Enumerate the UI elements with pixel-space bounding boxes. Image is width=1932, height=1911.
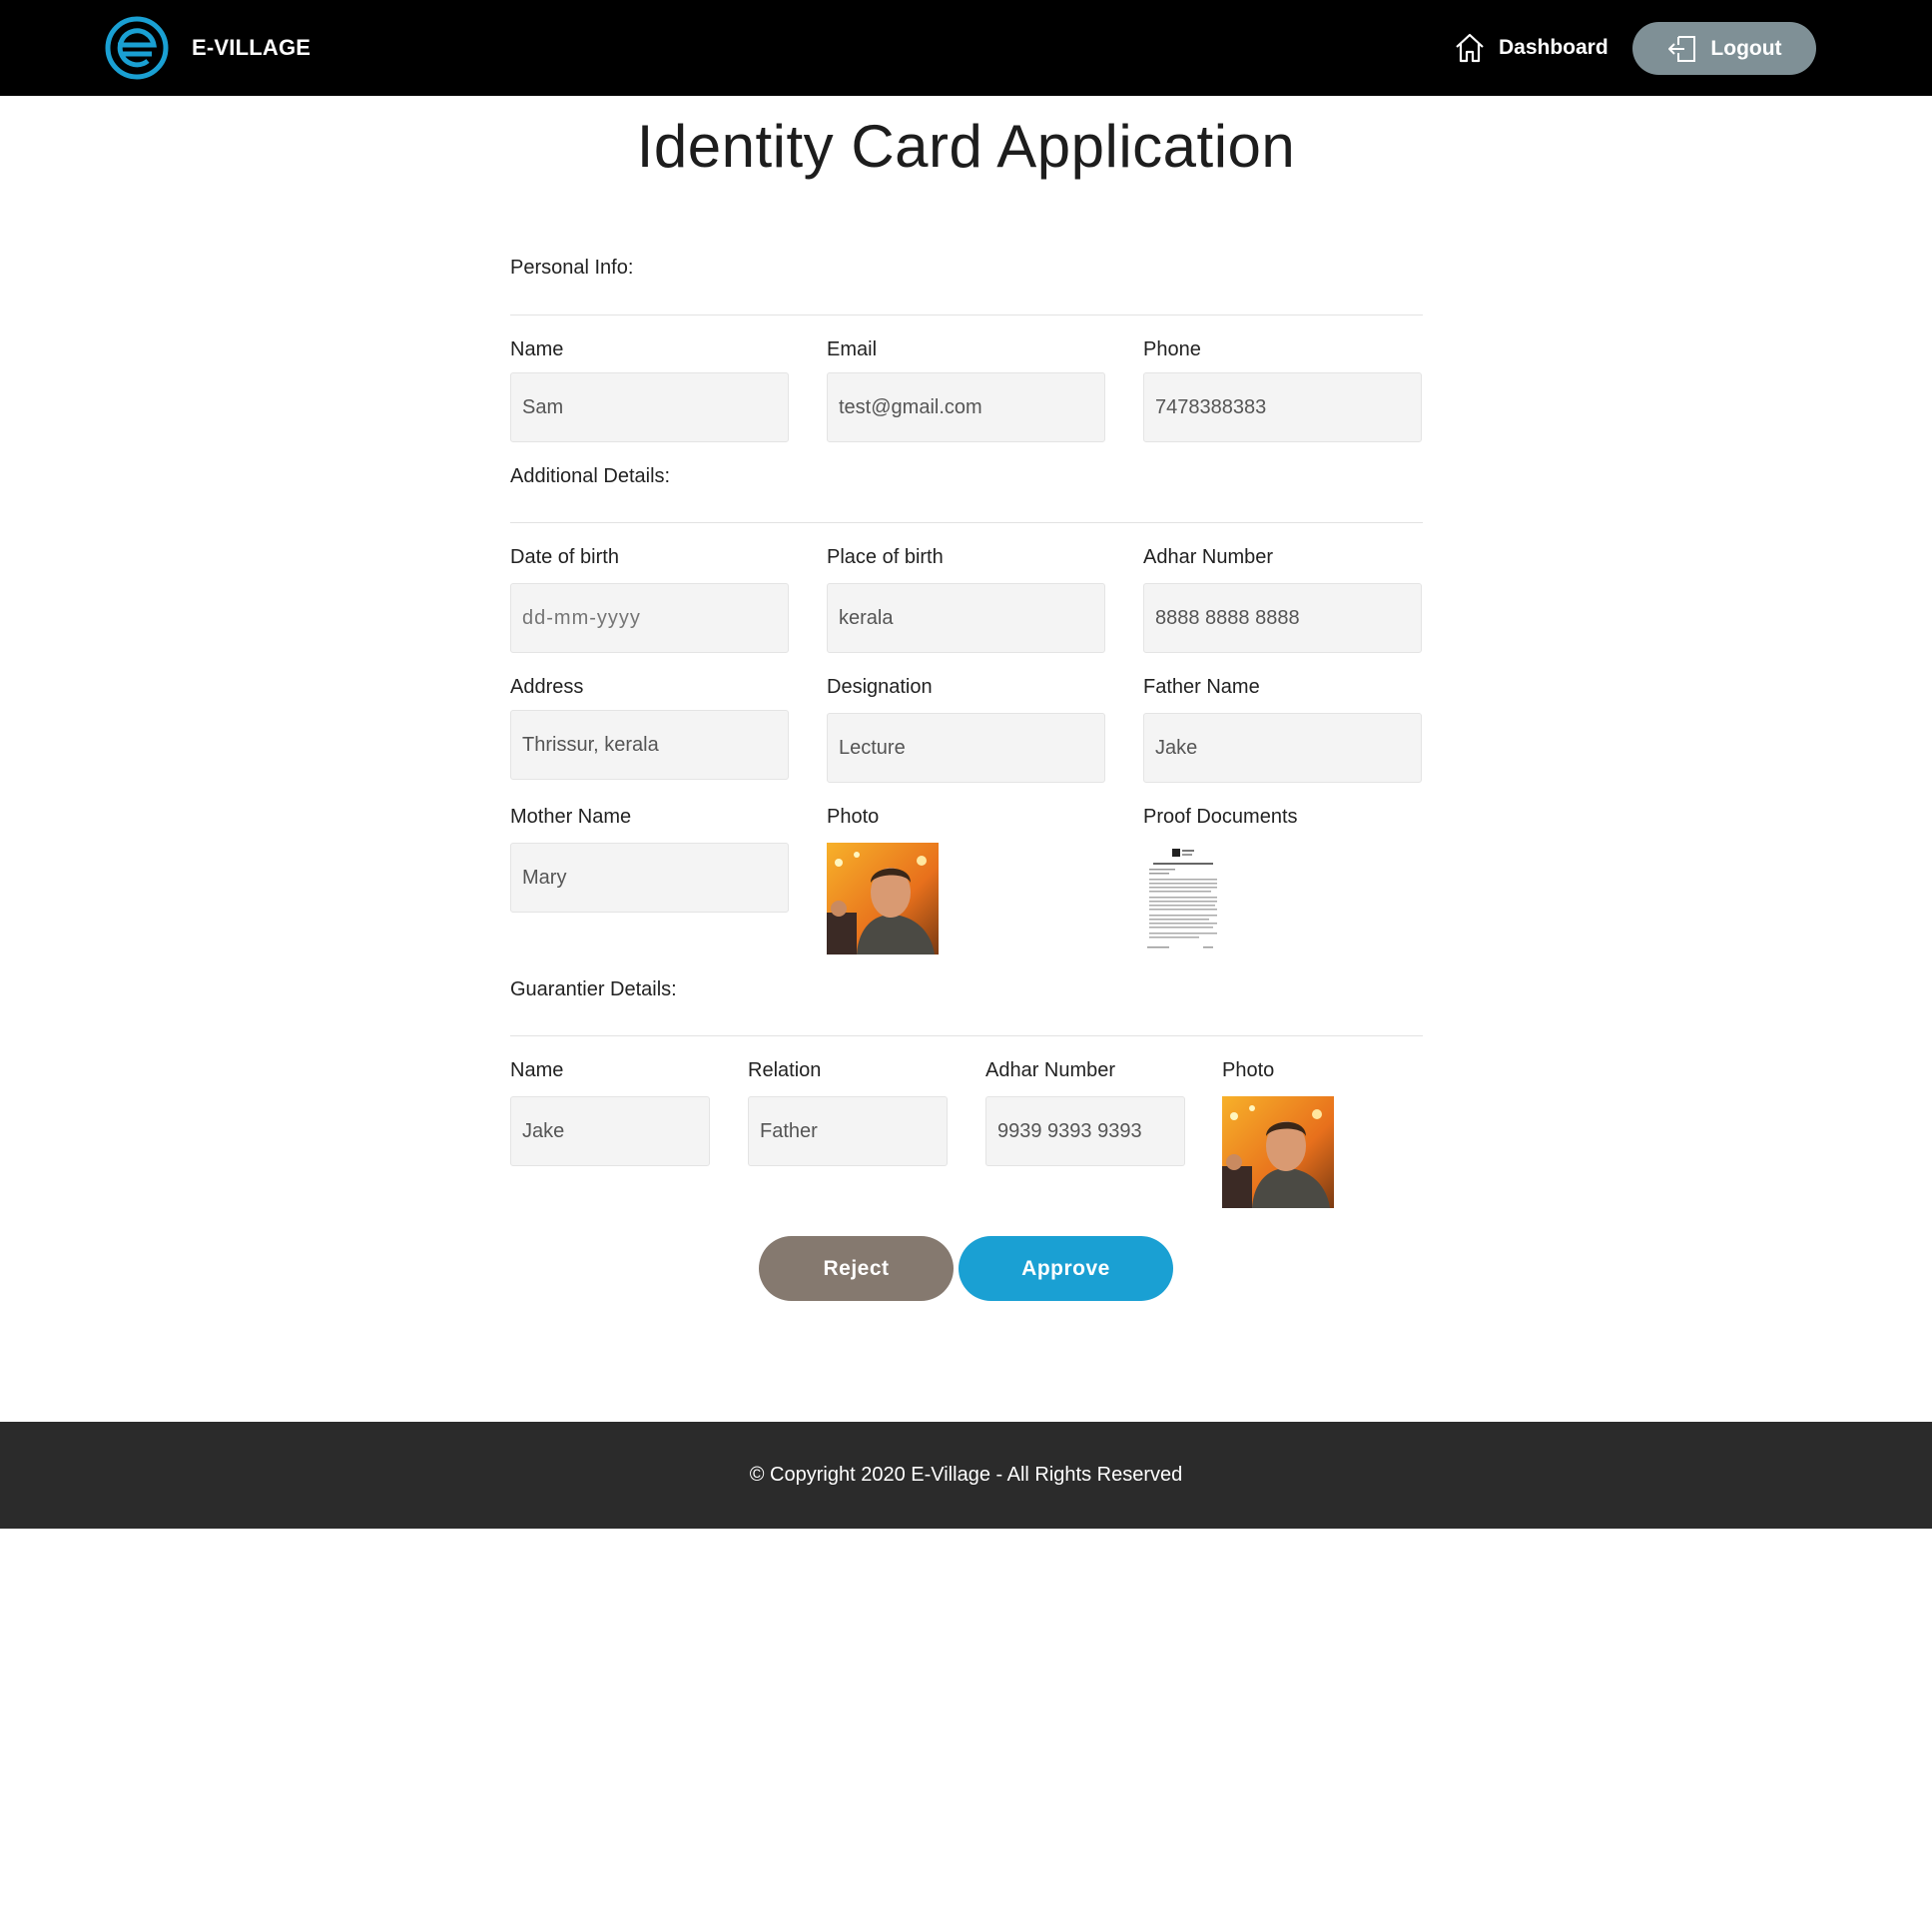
applicant-photo[interactable] [827,843,939,955]
mother-name-field[interactable] [510,843,789,913]
adhar-number-field[interactable] [1143,583,1422,653]
guarantor-adhar-field[interactable] [985,1096,1185,1166]
mother-name-label: Mother Name [510,806,632,828]
logout-icon [1668,35,1696,62]
adhar-label: Adhar Number [1143,546,1274,568]
nav-dashboard-label: Dashboard [1499,36,1609,59]
reject-button[interactable]: Reject [759,1236,954,1301]
relation-label: Relation [748,1059,822,1081]
phone-label: Phone [1143,338,1201,360]
document-icon [1143,843,1223,955]
father-name-label: Father Name [1143,676,1260,698]
designation-field[interactable] [827,713,1105,783]
nav-dashboard-link[interactable]: Dashboard [1453,28,1609,68]
guarantor-name-label: Name [510,1059,564,1081]
copyright-text: © Copyright 2020 E-Village - All Rights … [749,1464,1183,1486]
dob-field[interactable] [510,583,789,653]
address-label: Address [510,676,584,698]
name-field[interactable] [510,372,789,442]
photo-label: Photo [827,806,880,828]
footer: © Copyright 2020 E-Village - All Rights … [0,1422,1932,1529]
applicant-photo-image [827,843,939,955]
place-of-birth-field[interactable] [827,583,1105,653]
dob-label: Date of birth [510,546,619,568]
guarantor-adhar-label: Adhar Number [985,1059,1116,1081]
personal-info-heading: Personal Info: [510,257,634,279]
designation-label: Designation [827,676,933,698]
father-name-field[interactable] [1143,713,1422,783]
brand-name: E-VILLAGE [192,35,312,60]
page-title: Identity Card Application [636,113,1296,180]
approve-button[interactable]: Approve [959,1236,1173,1301]
guarantor-divider [510,1035,1423,1036]
logout-label: Logout [1710,36,1782,60]
logout-button[interactable]: Logout [1632,22,1816,75]
brand[interactable]: E-VILLAGE [104,15,311,81]
guarantor-photo[interactable] [1222,1096,1334,1208]
guarantor-photo-label: Photo [1222,1059,1275,1081]
phone-field[interactable] [1143,372,1422,442]
guarantor-name-field[interactable] [510,1096,710,1166]
proof-documents-label: Proof Documents [1143,806,1298,828]
e-village-logo-icon [105,16,169,80]
home-icon [1456,33,1484,63]
email-label: Email [827,338,878,360]
personal-divider [510,315,1423,316]
pob-label: Place of birth [827,546,944,568]
name-label: Name [510,338,564,360]
email-field[interactable] [827,372,1105,442]
relation-field[interactable] [748,1096,948,1166]
additional-divider [510,522,1423,523]
top-navbar: E-VILLAGE Dashboard Logout [0,0,1932,96]
proof-document-thumbnail[interactable] [1143,843,1223,955]
guarantor-photo-image [1222,1096,1334,1208]
address-field[interactable] [510,710,789,780]
guarantor-details-heading: Guarantier Details: [510,978,677,1000]
additional-details-heading: Additional Details: [510,465,671,487]
